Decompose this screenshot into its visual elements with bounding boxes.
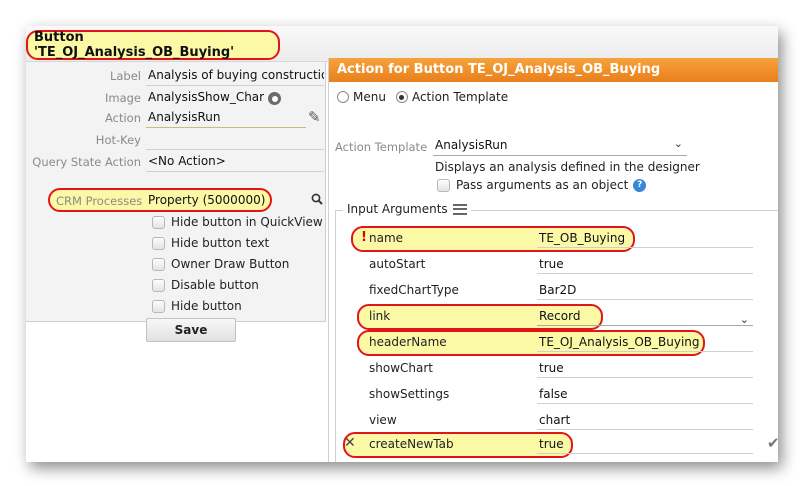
argument-row-showchart: showChart true — [357, 356, 753, 380]
checkbox-label: Disable button — [171, 278, 259, 292]
action-template-select[interactable]: AnalysisRun ⌄ — [433, 137, 687, 156]
argument-name: view — [369, 413, 397, 427]
input-arguments-legend: Input Arguments — [343, 202, 471, 216]
checkbox-box[interactable] — [152, 278, 165, 292]
argument-name: createNewTab — [369, 437, 454, 451]
field-action-label: Action — [104, 111, 141, 125]
checkbox-label: Hide button text — [171, 236, 270, 250]
crm-processes-highlight: CRM Processes Property (5000000) — [48, 188, 272, 212]
argument-row-name: ! name TE_OB_Buying — [351, 226, 753, 252]
action-panel-header: Action for Button TE_OJ_Analysis_OB_Buyi… — [329, 58, 778, 82]
checkbox-label: Hide button in QuickView — [171, 215, 323, 229]
action-template-radio-label: Action Template — [411, 90, 509, 104]
argument-value-input[interactable]: TE_OB_Buying — [537, 231, 753, 248]
checkbox-label: Owner Draw Button — [171, 257, 290, 271]
argument-name: name — [369, 231, 404, 245]
argument-name: autoStart — [369, 257, 426, 271]
field-hotkey-row: Hot-Key — [26, 130, 326, 150]
field-label-label: Label — [109, 69, 141, 83]
chevron-down-icon[interactable]: ⌄ — [674, 137, 683, 150]
close-icon[interactable]: ✕ — [344, 435, 356, 451]
check-icon[interactable]: ✔ — [767, 434, 778, 452]
action-panel: Action for Button TE_OJ_Analysis_OB_Buyi… — [328, 58, 778, 462]
label-input[interactable]: Analysis of buying construction — [146, 68, 324, 86]
menu-icon[interactable] — [452, 203, 467, 215]
field-query-state-label: Query State Action — [32, 155, 141, 169]
field-label-row: Label Analysis of buying construction — [26, 66, 326, 86]
save-button[interactable]: Save — [146, 318, 236, 342]
owner-draw-checkbox[interactable]: Owner Draw Button — [152, 255, 326, 273]
argument-value-input[interactable]: true — [537, 361, 753, 378]
action-template-radio[interactable] — [395, 91, 408, 103]
image-input[interactable]: AnalysisShow_Chart — [146, 90, 264, 108]
action-input[interactable]: AnalysisRun — [146, 110, 306, 128]
argument-name: showChart — [369, 361, 433, 375]
window-title-bar: Button 'TE_OJ_Analysis_OB_Buying' — [26, 26, 778, 62]
argument-value-input[interactable]: Bar2D — [537, 283, 753, 300]
disable-button-checkbox[interactable]: Disable button — [152, 276, 326, 294]
argument-value-input[interactable]: chart — [537, 413, 753, 430]
hotkey-input[interactable] — [146, 132, 324, 150]
checkbox-box[interactable] — [152, 236, 165, 250]
argument-name: headerName — [369, 335, 447, 349]
field-hotkey-label: Hot-Key — [95, 133, 141, 147]
crm-processes-label: CRM Processes — [56, 194, 143, 208]
field-action-row: Action AnalysisRun ✎ — [26, 108, 326, 128]
argument-value-select[interactable]: Record ⌄ — [537, 309, 753, 326]
menu-radio-label: Menu — [353, 90, 386, 104]
checkbox-box[interactable] — [152, 299, 165, 313]
hide-text-checkbox[interactable]: Hide button text — [152, 234, 326, 252]
argument-name: showSettings — [369, 387, 450, 401]
argument-name: fixedChartType — [369, 283, 459, 297]
plus-icon[interactable]: + — [343, 460, 356, 462]
hide-button-checkbox[interactable]: Hide button — [152, 297, 326, 315]
checkbox-label: Hide button — [171, 299, 242, 313]
pen-icon[interactable]: ✎ — [308, 108, 321, 126]
field-query-state-row: Query State Action <No Action> — [26, 152, 326, 172]
pass-arguments-row: Pass arguments as an object ? — [437, 178, 647, 192]
exclamation-icon: ! — [361, 230, 367, 245]
argument-row-createnewtab: ✕ createNewTab true ✔ — [343, 432, 778, 458]
field-image-row: Image AnalysisShow_Chart — [26, 88, 326, 108]
argument-row-view: view chart — [357, 408, 753, 432]
argument-value-input[interactable]: true — [537, 257, 753, 274]
argument-row-link: link Record ⌄ — [357, 304, 753, 330]
argument-value-input[interactable]: true — [537, 437, 753, 454]
checkbox-box[interactable] — [152, 257, 165, 271]
pass-arguments-label: Pass arguments as an object — [456, 178, 629, 192]
pass-arguments-checkbox[interactable] — [437, 178, 450, 192]
argument-row-headername: headerName TE_OJ_Analysis_OB_Buying — [357, 330, 753, 356]
argument-row-fixedcharttype: fixedChartType Bar2D — [357, 278, 753, 302]
query-state-select[interactable]: <No Action> — [146, 154, 324, 172]
action-template-description: Displays an analysis defined in the desi… — [435, 160, 700, 174]
action-template-label: Action Template — [335, 140, 428, 154]
action-type-radio-group: Menu Action Template — [337, 90, 508, 104]
button-properties-panel: Label Analysis of buying construction Im… — [26, 62, 326, 342]
help-icon[interactable]: ? — [633, 178, 647, 192]
argument-row-showsettings: showSettings false — [357, 382, 753, 406]
search-icon[interactable] — [311, 193, 323, 205]
menu-radio[interactable] — [337, 91, 349, 103]
hide-quickview-checkbox[interactable]: Hide button in QuickView — [152, 213, 326, 231]
record-icon[interactable] — [268, 92, 281, 105]
argument-row-autostart: autoStart true — [357, 252, 753, 276]
argument-value-input[interactable]: false — [537, 387, 753, 404]
window-title: Button 'TE_OJ_Analysis_OB_Buying' — [26, 30, 280, 60]
field-image-label: Image — [104, 91, 141, 105]
chevron-down-icon[interactable]: ⌄ — [740, 313, 749, 326]
argument-value: Record — [539, 309, 581, 323]
crm-processes-value[interactable]: Property (5000000) — [148, 193, 265, 207]
window-frame: Button 'TE_OJ_Analysis_OB_Buying' Label … — [26, 26, 778, 462]
checkbox-box[interactable] — [152, 215, 165, 229]
action-template-value: AnalysisRun — [435, 138, 508, 152]
argument-value-input[interactable]: TE_OJ_Analysis_OB_Buying — [537, 335, 753, 352]
input-arguments-label: Input Arguments — [347, 202, 448, 216]
argument-name: link — [369, 309, 391, 323]
